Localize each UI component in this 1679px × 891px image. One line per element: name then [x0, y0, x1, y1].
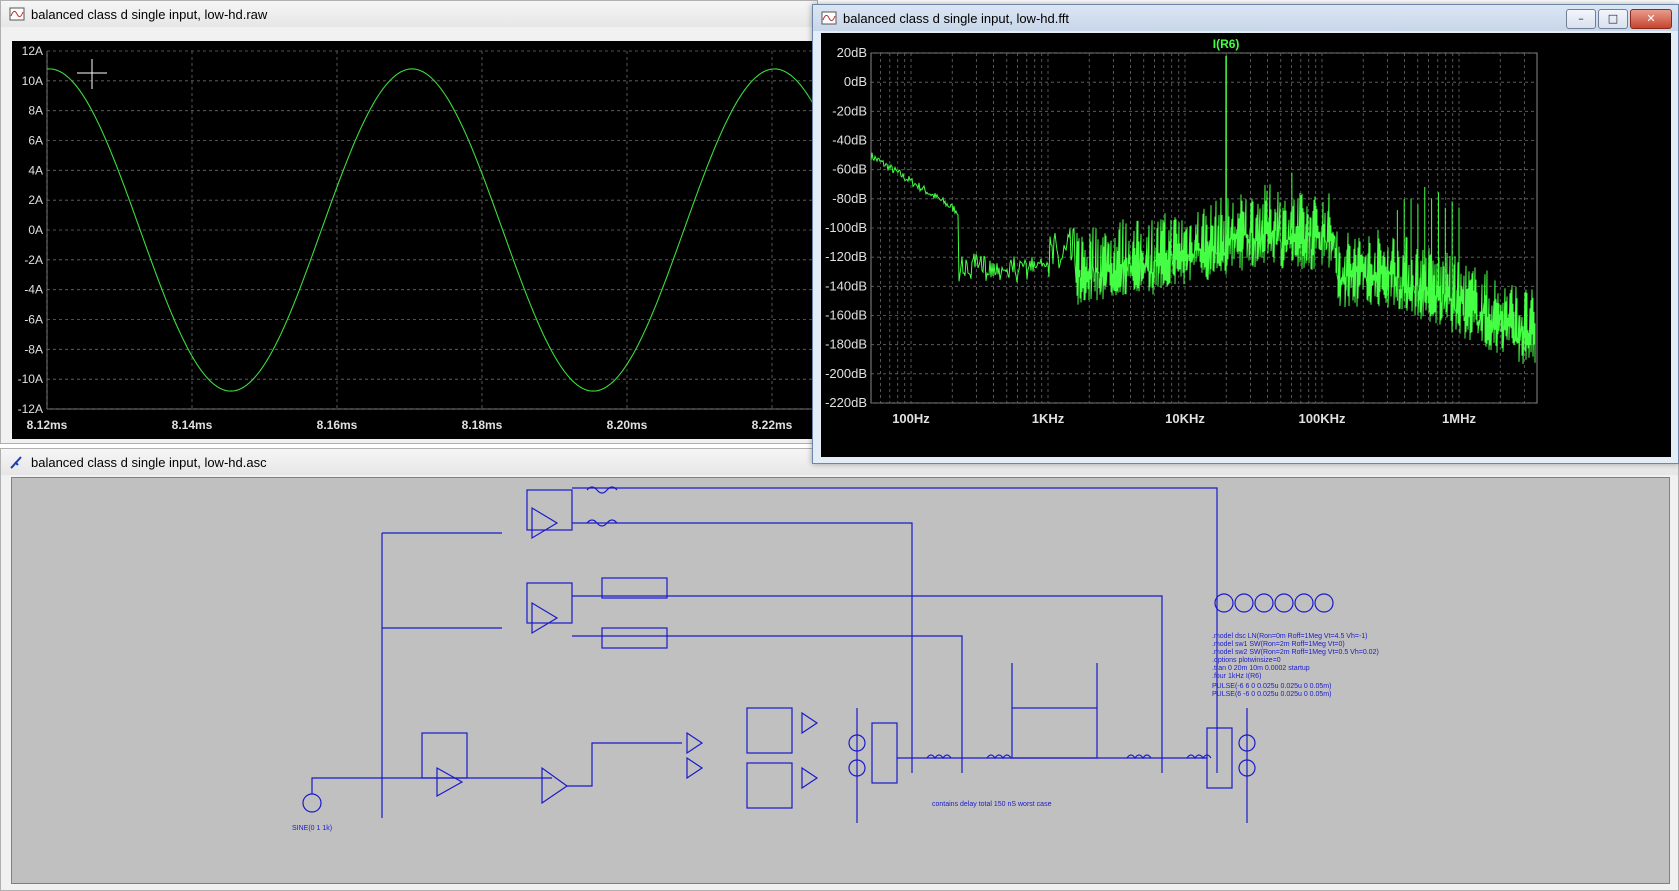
buffer-a3	[686, 756, 704, 780]
waveform-y-tick: 0A	[28, 223, 43, 237]
comparator-output	[567, 742, 682, 787]
deadtime-block-2	[746, 762, 793, 809]
buffer-a6	[801, 766, 819, 790]
fft-y-tick: -160dB	[825, 308, 867, 323]
supply-v8	[1274, 593, 1294, 613]
waveform-y-tick: -10A	[18, 372, 43, 386]
schematic-app-icon	[10, 456, 22, 469]
opamp-u4	[531, 601, 559, 635]
delay-note: contains delay total 150 nS worst case	[932, 801, 1052, 808]
fft-y-tick: -180dB	[825, 337, 867, 352]
fft-y-tick: -20dB	[832, 103, 867, 118]
fft-y-tick: 20dB	[837, 45, 867, 60]
supply-v10	[1314, 593, 1334, 613]
fft-y-tick: -80dB	[832, 191, 867, 206]
fft-x-tick: 100KHz	[1299, 411, 1346, 426]
waveform-y-tick: 12A	[22, 44, 43, 58]
fft-y-tick: -140dB	[825, 278, 867, 293]
waveform-x-tick: 8.22ms	[752, 418, 793, 432]
bridge-1-switches	[871, 722, 898, 784]
bus-top-output	[572, 487, 1218, 773]
buffer-a5	[801, 711, 819, 735]
close-button[interactable]: ✕	[1630, 9, 1672, 29]
fft-app-icon	[821, 11, 837, 25]
fft-y-tick: -60dB	[832, 162, 867, 177]
schematic-window-title: balanced class d single input, low-hd.as…	[31, 454, 267, 470]
pulse-directive-0: PULSE(-6 6 0 0.025u 0.025u 0 0.05m)	[1212, 683, 1331, 690]
deadtime-block-1	[746, 707, 793, 754]
supply-v6	[1234, 593, 1254, 613]
load-network	[1011, 707, 1098, 759]
opamp-u4-feedback	[526, 582, 573, 624]
fft-y-tick: 0dB	[844, 74, 867, 89]
fft-trace-label: I(R6)	[1213, 37, 1240, 51]
waveform-y-tick: 8A	[28, 104, 43, 118]
waveform-x-tick: 8.14ms	[172, 418, 213, 432]
waveform-y-tick: 2A	[28, 193, 43, 207]
waveform-y-tick: -4A	[24, 283, 43, 297]
waveform-x-tick: 8.20ms	[607, 418, 648, 432]
waveform-y-tick: 4A	[28, 163, 43, 177]
directive-5: .four 1kHz I(R6)	[1212, 673, 1261, 680]
fft-y-tick: -40dB	[832, 133, 867, 148]
fft-x-tick: 10KHz	[1165, 411, 1205, 426]
schematic-canvas[interactable]: .model dsc LN(Ron=0m Roff=1Meg Vt=4.5 Vh…	[11, 477, 1670, 884]
comparator-u7	[541, 766, 569, 805]
supply-v7	[1254, 593, 1274, 613]
waveform-window[interactable]: balanced class d single input, low-hd.ra…	[0, 0, 818, 444]
fft-x-tick: 1MHz	[1442, 411, 1476, 426]
rc-network-2	[601, 627, 668, 649]
fft-y-tick: -120dB	[825, 249, 867, 264]
minimize-button[interactable]: –	[1566, 9, 1596, 29]
fft-trace	[870, 152, 1536, 365]
rc-network-1	[601, 577, 668, 599]
directive-1: .model sw1 SW(Ron=2m Roff=1Meg Vt=0)	[1212, 641, 1345, 648]
waveform-window-title: balanced class d single input, low-hd.ra…	[31, 6, 268, 22]
waveform-x-tick: 8.12ms	[27, 418, 68, 432]
supply-v5	[1214, 593, 1234, 613]
schematic-window[interactable]: balanced class d single input, low-hd.as…	[0, 448, 1679, 891]
directive-0: .model dsc LN(Ron=0m Roff=1Meg Vt=4.5 Vh…	[1212, 633, 1368, 640]
maximize-button[interactable]: □	[1598, 9, 1628, 29]
fft-y-tick: -100dB	[825, 220, 867, 235]
buffer-a2	[686, 731, 704, 755]
fft-y-tick: -220dB	[825, 395, 867, 410]
input-wire	[311, 777, 552, 794]
fft-titlebar[interactable]: balanced class d single input, low-hd.ff…	[813, 5, 1678, 31]
bus-third-output	[572, 595, 1163, 773]
waveform-x-tick: 8.16ms	[317, 418, 358, 432]
voltage-source-v2	[302, 793, 322, 813]
fft-window-controls: – □ ✕	[1566, 9, 1672, 29]
integrator-block	[421, 732, 468, 779]
waveform-y-tick: -8A	[24, 342, 43, 356]
waveform-app-icon	[9, 7, 25, 21]
directive-3: .options plotwinsize=0	[1212, 657, 1281, 664]
waveform-y-tick: -2A	[24, 253, 43, 267]
fft-plot-svg[interactable]: 20dB 0dB -20dB -40dB -60dB -80dB -100dB -120dB -…	[821, 33, 1671, 457]
waveform-titlebar[interactable]: balanced class d single input, low-hd.ra…	[1, 1, 817, 27]
fft-x-tick: 100Hz	[892, 411, 930, 426]
directive-4: .tran 0 20m 10m 0.0002 startup	[1212, 665, 1310, 672]
waveform-x-tick: 8.18ms	[462, 418, 503, 432]
fft-window-title: balanced class d single input, low-hd.ff…	[843, 10, 1069, 26]
schematic-drawing[interactable]: .model dsc LN(Ron=0m Roff=1Meg Vt=4.5 Vh…	[12, 478, 1669, 883]
fft-y-tick: -200dB	[825, 366, 867, 381]
source-label: SINE(0 1 1k)	[292, 825, 332, 832]
supply-v9	[1294, 593, 1314, 613]
waveform-y-tick: 6A	[28, 134, 43, 148]
waveform-plot[interactable]: 12A 10A 8A 6A 4A 2A 0A -2A -4A -6A -8A -10A -12A 8.12…	[12, 41, 818, 439]
waveform-plot-svg[interactable]: 12A 10A 8A 6A 4A 2A 0A -2A -4A -6A -8A -10A -12A 8.12…	[12, 41, 818, 439]
fft-window[interactable]: balanced class d single input, low-hd.ff…	[812, 4, 1679, 464]
directive-2: .model sw2 SW(Ron=2m Roff=1Meg Vt=0.5 Vh…	[1212, 649, 1379, 656]
pulse-directive-1: PULSE(6 -6 0 0.025u 0.025u 0 0.05m)	[1212, 691, 1331, 698]
fft-plot[interactable]: 20dB 0dB -20dB -40dB -60dB -80dB -100dB -120dB -…	[821, 33, 1671, 457]
opamp-u3	[531, 506, 559, 540]
opamp-u3-feedback	[526, 489, 573, 531]
fft-x-tick: 1KHz	[1032, 411, 1065, 426]
opamp-u5	[436, 766, 464, 798]
waveform-y-tick: -12A	[18, 402, 43, 416]
waveform-y-tick: 10A	[22, 74, 43, 88]
waveform-y-tick: -6A	[24, 313, 43, 327]
